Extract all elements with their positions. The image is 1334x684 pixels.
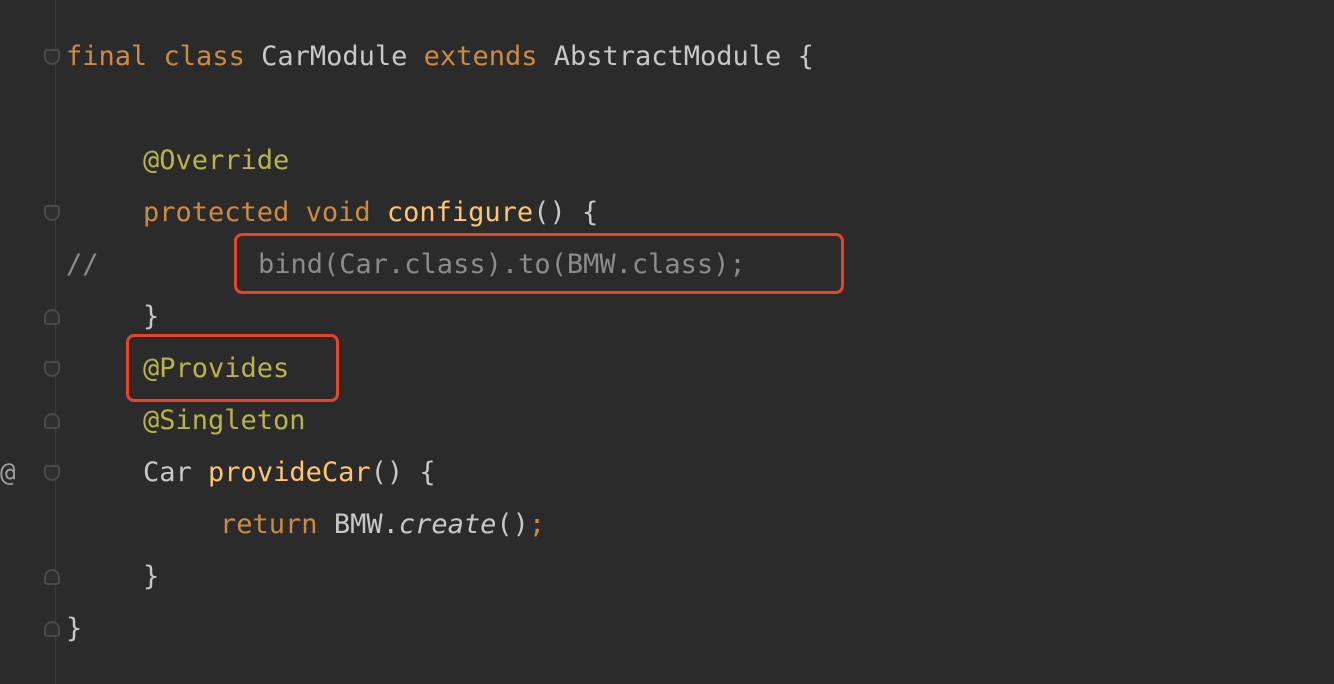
- fold-collapse-icon[interactable]: [44, 465, 60, 481]
- code-text: protected void configure() {: [143, 187, 598, 239]
- fold-end-icon[interactable]: [44, 309, 60, 325]
- code-text: return BMW.create();: [220, 499, 545, 551]
- keyword-return: return: [220, 509, 318, 540]
- class-reference: BMW.: [333, 509, 399, 540]
- class-name: CarModule: [261, 41, 408, 72]
- highlight-box-bind: [234, 233, 844, 294]
- code-line-8: @Singleton: [0, 395, 1334, 447]
- keyword-extends: extends: [423, 41, 538, 72]
- code-editor[interactable]: final class CarModule extends AbstractMo…: [0, 0, 1334, 684]
- code-text: final class CarModule extends AbstractMo…: [66, 31, 814, 83]
- code-text: @Override: [143, 135, 289, 187]
- fold-collapse-icon[interactable]: [44, 361, 60, 377]
- highlight-box-provides: [126, 334, 339, 402]
- method-name-providecar: provideCar: [208, 457, 371, 488]
- fold-collapse-icon[interactable]: [44, 205, 60, 221]
- static-method-call: create: [398, 509, 497, 540]
- close-brace: }: [143, 561, 160, 592]
- close-brace: }: [66, 613, 83, 644]
- call-parens: (): [496, 509, 529, 540]
- code-line-3: @Override: [0, 135, 1334, 187]
- code-line-10: return BMW.create();: [0, 499, 1334, 551]
- annotation-override: @Override: [143, 145, 290, 176]
- fold-end-icon[interactable]: [44, 569, 60, 585]
- fold-end-icon[interactable]: [44, 413, 60, 429]
- method-signature-rest: () {: [533, 197, 599, 228]
- return-type: Car: [143, 457, 192, 488]
- comment-marker: //: [66, 249, 99, 280]
- code-line-1: final class CarModule extends AbstractMo…: [0, 31, 1334, 83]
- code-line-12: }: [0, 603, 1334, 655]
- code-text: Car provideCar() {: [143, 447, 436, 499]
- fold-collapse-icon[interactable]: [44, 49, 60, 65]
- code-line-4: protected void configure() {: [0, 187, 1334, 239]
- code-line-9: @ Car provideCar() {: [0, 447, 1334, 499]
- open-brace: {: [797, 41, 814, 72]
- method-signature-rest: () {: [370, 457, 436, 488]
- keyword-void: void: [305, 197, 371, 228]
- method-name-configure: configure: [386, 197, 534, 228]
- keyword-final: final: [66, 41, 148, 72]
- keyword-protected: protected: [143, 197, 290, 228]
- fold-end-icon[interactable]: [44, 621, 60, 637]
- parent-class-name: AbstractModule: [553, 41, 782, 72]
- code-line-11: }: [0, 551, 1334, 603]
- keyword-class: class: [163, 41, 245, 72]
- semicolon: ;: [528, 509, 546, 540]
- implements-marker-icon[interactable]: @: [0, 447, 16, 499]
- annotation-singleton: @Singleton: [143, 405, 306, 436]
